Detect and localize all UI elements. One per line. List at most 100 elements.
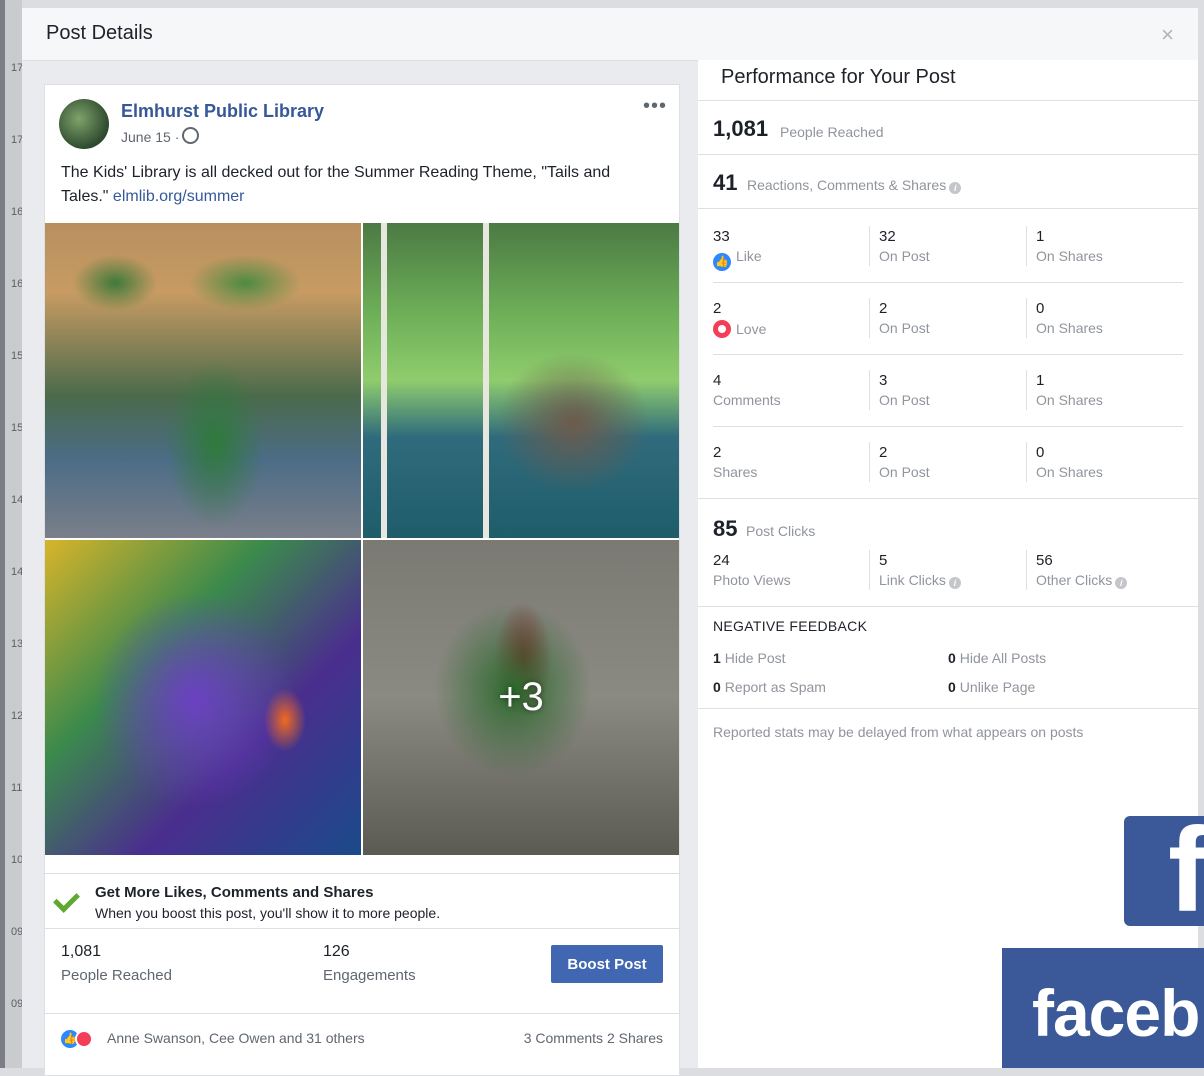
boost-tip-subtitle: When you boost this post, you'll show it… bbox=[95, 905, 441, 921]
reach-label: People Reached bbox=[780, 124, 884, 140]
more-photos-count[interactable]: +3 bbox=[363, 540, 679, 855]
report-spam-label: Report as Spam bbox=[724, 679, 826, 695]
more-options-icon[interactable]: ••• bbox=[643, 95, 667, 118]
divider bbox=[713, 426, 1183, 427]
loves-on-shares-count: 0 bbox=[1036, 300, 1045, 317]
divider bbox=[698, 154, 1198, 155]
post-date: June 15 · bbox=[121, 127, 200, 145]
likes-on-post-label: On Post bbox=[879, 248, 930, 264]
facebook-logo-icon: f bbox=[1124, 816, 1204, 926]
info-icon[interactable]: i bbox=[948, 577, 961, 589]
boost-tip-title: Get More Likes, Comments and Shares bbox=[95, 884, 374, 901]
post-link[interactable]: elmlib.org/summer bbox=[113, 188, 245, 205]
divider bbox=[698, 498, 1198, 499]
hide-post-stat: 1 Hide Post bbox=[713, 650, 786, 666]
loves-on-post-count: 2 bbox=[879, 300, 888, 317]
hide-all-posts-label: Hide All Posts bbox=[959, 650, 1047, 666]
divider bbox=[698, 208, 1198, 209]
comments-label: Comments bbox=[713, 392, 781, 408]
likes-on-post-count: 32 bbox=[879, 228, 896, 245]
loves-on-post-label: On Post bbox=[879, 320, 930, 336]
other-clicks-count: 56 bbox=[1036, 552, 1053, 569]
engagements-label: Engagements bbox=[323, 967, 416, 984]
column-divider bbox=[1026, 298, 1027, 338]
reached-count: 1,081 bbox=[61, 943, 102, 960]
column-divider bbox=[869, 298, 870, 338]
photo-rhino-sculpture[interactable] bbox=[363, 223, 679, 538]
unlike-page-label: Unlike Page bbox=[959, 679, 1036, 695]
photo-library-interior[interactable] bbox=[45, 223, 361, 538]
column-divider bbox=[1026, 442, 1027, 482]
other-clicks-label: Other Clicks i bbox=[1036, 572, 1128, 589]
shares-on-shares-label: On Shares bbox=[1036, 464, 1103, 480]
stats-disclaimer: Reported stats may be delayed from what … bbox=[713, 724, 1084, 740]
comments-on-post-label: On Post bbox=[879, 392, 930, 408]
hide-post-count: 1 bbox=[713, 650, 721, 666]
likes-count: 33 bbox=[713, 228, 730, 245]
photo-clownfish-anemone[interactable] bbox=[45, 540, 361, 855]
shares-on-post-label: On Post bbox=[879, 464, 930, 480]
post-date-text: June 15 · bbox=[121, 129, 180, 145]
shares-count: 2 bbox=[713, 444, 722, 461]
column-divider bbox=[869, 442, 870, 482]
engagements-count: 126 bbox=[323, 943, 350, 960]
likes-on-shares-label: On Shares bbox=[1036, 248, 1103, 264]
comments-on-post-count: 3 bbox=[879, 372, 888, 389]
link-clicks-label-text: Link Clicks bbox=[879, 572, 946, 588]
shares-on-shares-count: 0 bbox=[1036, 444, 1045, 461]
divider bbox=[713, 282, 1183, 283]
column-divider bbox=[1026, 370, 1027, 410]
info-icon[interactable]: i bbox=[949, 182, 962, 194]
post-clicks-count: 85 bbox=[713, 516, 738, 541]
photo-views-label: Photo Views bbox=[713, 572, 791, 588]
facebook-wordmark-text: faceb bbox=[1032, 976, 1200, 1050]
boost-tip: Get More Likes, Comments and Shares When… bbox=[45, 873, 679, 929]
reactors-link[interactable]: Anne Swanson, Cee Owen and 31 others bbox=[107, 1030, 365, 1046]
likes-on-shares-count: 1 bbox=[1036, 228, 1045, 245]
post-clicks-label: Post Clicks bbox=[746, 523, 816, 539]
facebook-logo-letter: f bbox=[1168, 816, 1204, 926]
modal-title: Post Details bbox=[46, 22, 153, 44]
comments-on-shares-count: 1 bbox=[1036, 372, 1045, 389]
globe-icon bbox=[182, 127, 200, 144]
checkmark-icon bbox=[53, 886, 80, 913]
negative-feedback-title: NEGATIVE FEEDBACK bbox=[713, 618, 868, 634]
engagement-count: 41 bbox=[713, 170, 738, 195]
boost-post-button[interactable]: Boost Post bbox=[551, 945, 663, 983]
column-divider bbox=[869, 226, 870, 266]
likes-label: 👍 Like bbox=[713, 248, 762, 271]
close-icon[interactable]: × bbox=[1161, 22, 1174, 48]
unlike-page-stat: 0 Unlike Page bbox=[948, 679, 1035, 695]
reactions-row: 👍 Anne Swanson, Cee Owen and 31 others 3… bbox=[45, 1013, 679, 1066]
report-spam-count: 0 bbox=[713, 679, 721, 695]
divider bbox=[698, 708, 1198, 709]
love-reaction-icon bbox=[75, 1030, 93, 1048]
post-stats: 1,081 People Reached 126 Engagements Boo… bbox=[45, 929, 679, 1011]
info-icon[interactable]: i bbox=[1115, 577, 1128, 589]
column-divider bbox=[1026, 550, 1027, 590]
page-name-link[interactable]: Elmhurst Public Library bbox=[121, 101, 324, 122]
post-card: Elmhurst Public Library June 15 · ••• Th… bbox=[44, 84, 680, 1076]
page-avatar[interactable] bbox=[59, 99, 109, 149]
photo-views-count: 24 bbox=[713, 552, 730, 569]
comments-on-shares-label: On Shares bbox=[1036, 392, 1103, 408]
engagement-label: Reactions, Comments & Shares i bbox=[747, 177, 962, 194]
background-label: 11 bbox=[11, 782, 23, 794]
loves-on-shares-label: On Shares bbox=[1036, 320, 1103, 336]
other-clicks-label-text: Other Clicks bbox=[1036, 572, 1113, 588]
column-divider bbox=[1026, 226, 1027, 266]
unlike-page-count: 0 bbox=[948, 679, 956, 695]
comments-count: 4 bbox=[713, 372, 722, 389]
hide-all-posts-count: 0 bbox=[948, 650, 956, 666]
loves-label-text: Love bbox=[736, 321, 767, 337]
like-icon: 👍 bbox=[713, 253, 731, 271]
reached-label: People Reached bbox=[61, 967, 172, 984]
divider bbox=[713, 354, 1183, 355]
background-list: 17 17 16 16 15 15 14 14 13 12 11 10 09 0… bbox=[5, 0, 23, 1068]
column-divider bbox=[869, 550, 870, 590]
loves-count: 2 bbox=[713, 300, 722, 317]
hide-post-label: Hide Post bbox=[724, 650, 786, 666]
engagement-label-text: Reactions, Comments & Shares bbox=[747, 177, 947, 193]
photo-anemone-sculpture[interactable]: +3 bbox=[363, 540, 679, 855]
comments-shares-link[interactable]: 3 Comments 2 Shares bbox=[524, 1030, 663, 1046]
